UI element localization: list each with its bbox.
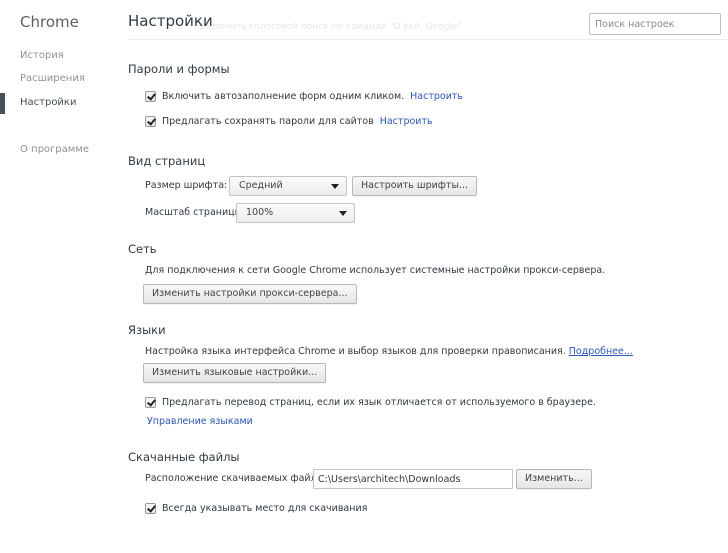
change-download-location-button[interactable]: Изменить...	[516, 469, 592, 489]
search-settings-input[interactable]	[589, 13, 721, 35]
page-zoom-value: 100%	[246, 207, 274, 218]
languages-description-row: Настройка языка интерфейса Chrome и выбо…	[145, 346, 633, 357]
ask-where-label: Всегда указывать место для скачивания	[162, 503, 368, 514]
page-zoom-label: Масштаб страницы:	[145, 207, 246, 218]
translate-checkbox[interactable]	[145, 397, 156, 408]
sidebar-item-settings[interactable]: Настройки	[20, 97, 76, 108]
section-title-appearance: Вид страниц	[128, 154, 206, 168]
save-passwords-label: Предлагать сохранять пароли для сайтов	[162, 116, 374, 127]
ghost-overlay-text: Включить голосовой поиск по команде "О'к…	[200, 22, 462, 32]
save-passwords-row: Предлагать сохранять пароли для сайтов Н…	[145, 116, 433, 127]
save-passwords-checkbox[interactable]	[145, 116, 156, 127]
section-title-downloads: Скачанные файлы	[128, 450, 240, 464]
sidebar-item-about[interactable]: О программе	[20, 144, 89, 155]
page-zoom-select[interactable]: 100%	[236, 203, 355, 223]
translate-label: Предлагать перевод страниц, если их язык…	[162, 397, 596, 408]
sidebar-item-history[interactable]: История	[20, 50, 64, 61]
autofill-label: Включить автозаполнение форм одним клико…	[162, 91, 405, 102]
section-title-languages: Языки	[128, 323, 166, 337]
download-location-label: Расположение скачиваемых файлов:	[145, 473, 332, 484]
font-size-label: Размер шрифта:	[145, 180, 228, 191]
translate-row: Предлагать перевод страниц, если их язык…	[145, 397, 596, 408]
settings-page: Chrome История Расширения Настройки О пр…	[0, 0, 728, 553]
section-title-network: Сеть	[128, 242, 157, 256]
autofill-checkbox[interactable]	[145, 91, 156, 102]
download-location-input[interactable]	[313, 469, 513, 489]
manage-languages-row: Управление языками	[145, 416, 253, 427]
sidebar: Chrome История Расширения Настройки О пр…	[0, 0, 120, 553]
font-size-value: Средний	[239, 180, 283, 191]
font-size-select[interactable]: Средний	[229, 176, 347, 196]
header-divider	[128, 39, 728, 40]
page-title: Настройки	[128, 12, 213, 30]
languages-description: Настройка языка интерфейса Chrome и выбо…	[145, 346, 566, 357]
languages-more-link[interactable]: Подробнее...	[569, 346, 633, 357]
network-description: Для подключения к сети Google Chrome исп…	[145, 265, 606, 276]
customize-fonts-button[interactable]: Настроить шрифты...	[352, 176, 478, 196]
autofill-configure-link[interactable]: Настроить	[410, 91, 463, 102]
dropdown-arrow-icon	[339, 211, 347, 216]
manage-languages-link[interactable]: Управление языками	[147, 416, 253, 427]
passwords-configure-link[interactable]: Настроить	[380, 116, 433, 127]
change-proxy-button[interactable]: Изменить настройки прокси-сервера...	[143, 284, 357, 304]
sidebar-item-extensions[interactable]: Расширения	[20, 73, 85, 84]
ask-where-checkbox[interactable]	[145, 503, 156, 514]
dropdown-arrow-icon	[331, 184, 339, 189]
ask-where-row: Всегда указывать место для скачивания	[145, 503, 367, 514]
selected-nav-marker	[0, 93, 5, 114]
app-title: Chrome	[20, 13, 79, 31]
change-language-settings-button[interactable]: Изменить языковые настройки...	[143, 363, 327, 383]
autofill-row: Включить автозаполнение форм одним клико…	[145, 91, 463, 102]
section-title-passwords: Пароли и формы	[128, 62, 230, 76]
